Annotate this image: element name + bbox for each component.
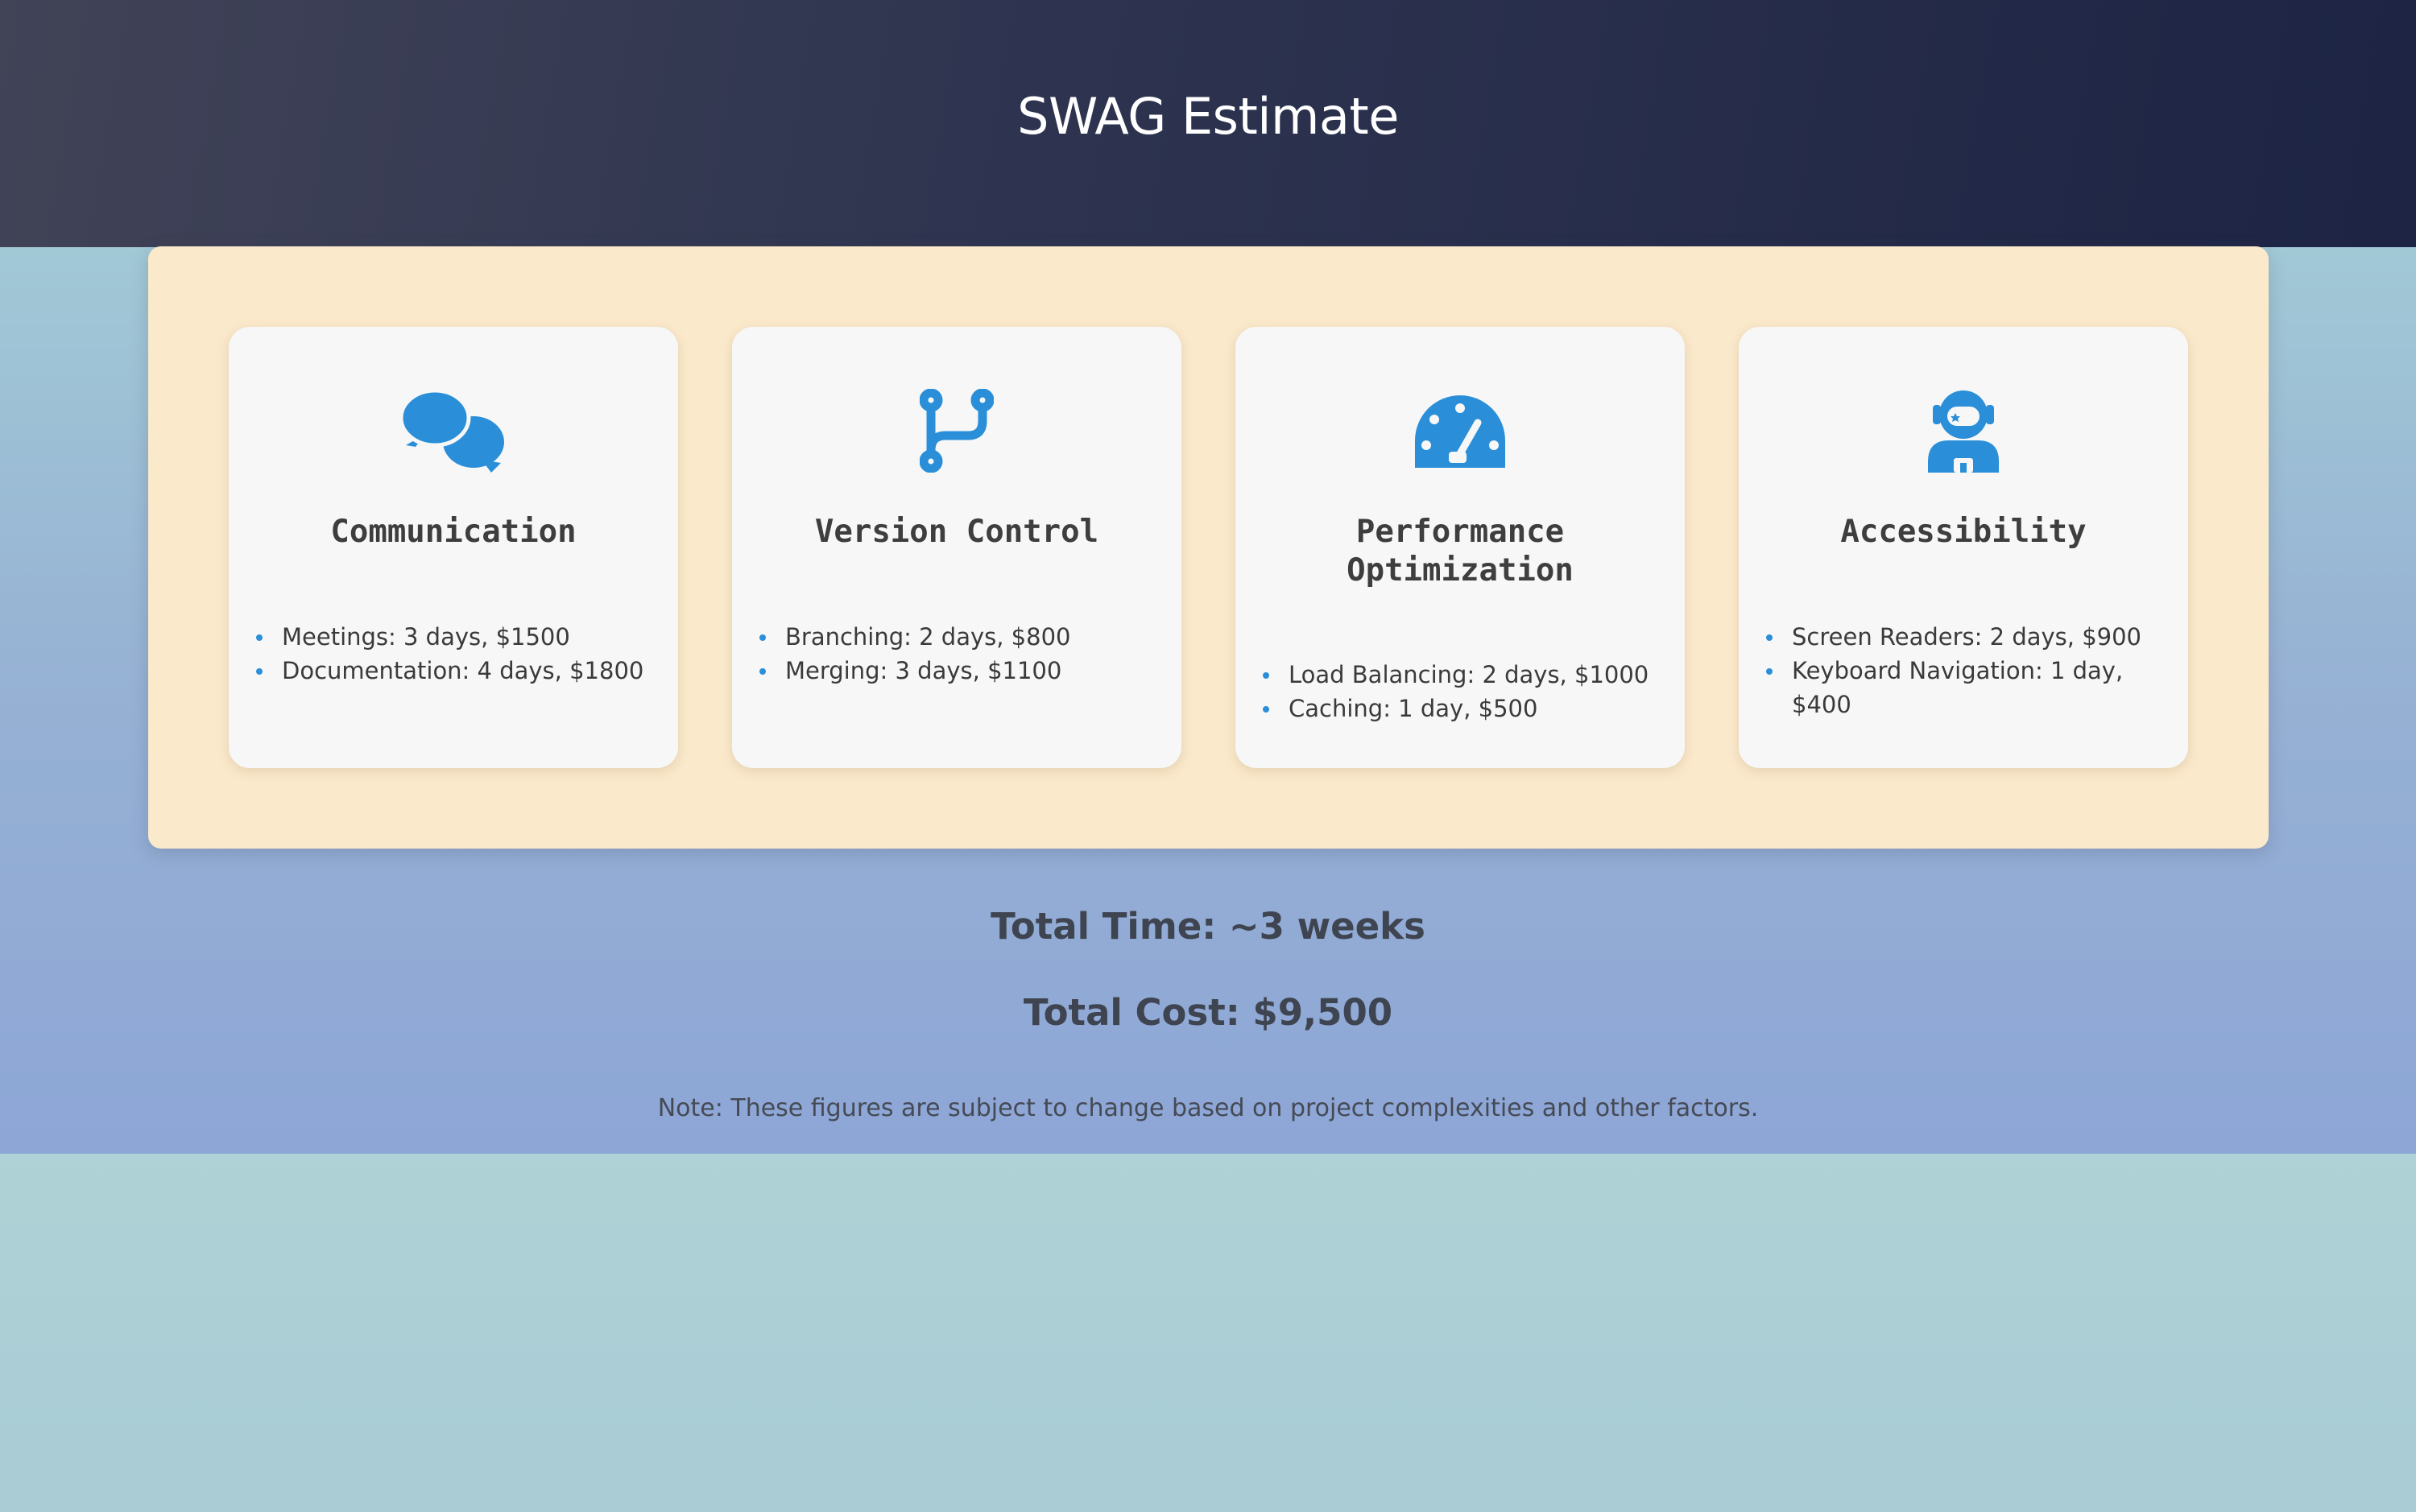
item-list: Meetings: 3 days, $1500 Documentation: 4… xyxy=(256,620,652,688)
item-list: Branching: 2 days, $800 Merging: 3 days,… xyxy=(759,620,1156,688)
list-item: Keyboard Navigation: 1 day, $400 xyxy=(1766,654,2162,721)
header: SWAG Estimate xyxy=(0,0,2416,247)
list-item: Caching: 1 day, $500 xyxy=(1263,692,1659,725)
page-background: SWAG Estimate Communication Meetings: 3 … xyxy=(0,0,2416,1154)
list-item: Screen Readers: 2 days, $900 xyxy=(1766,620,2162,654)
card-performance-optimization: Performance Optimization Load Balancing:… xyxy=(1235,327,1685,768)
card-communication: Communication Meetings: 3 days, $1500 Do… xyxy=(229,327,678,768)
user-astronaut-icon xyxy=(1739,386,2188,475)
item-list: Screen Readers: 2 days, $900 Keyboard Na… xyxy=(1766,620,2162,721)
card-title: Version Control xyxy=(814,514,1099,550)
code-branch-icon xyxy=(732,386,1181,475)
total-cost: Total Cost: $9,500 xyxy=(1023,991,1393,1034)
card-title: Performance Optimization xyxy=(1347,514,1574,589)
card-title: Communication xyxy=(330,514,577,550)
list-item: Meetings: 3 days, $1500 xyxy=(256,620,652,654)
total-time: Total Time: ~3 weeks xyxy=(991,905,1425,948)
list-item: Merging: 3 days, $1100 xyxy=(759,654,1156,688)
page-title: SWAG Estimate xyxy=(1017,87,1399,146)
chat-bubbles-icon xyxy=(229,386,678,475)
gauge-icon xyxy=(1235,386,1685,475)
disclaimer-note: Note: These figures are subject to chang… xyxy=(657,1094,1759,1122)
card-accessibility: Accessibility Screen Readers: 2 days, $9… xyxy=(1739,327,2188,768)
list-item: Branching: 2 days, $800 xyxy=(759,620,1156,654)
card-title: Accessibility xyxy=(1840,514,2087,550)
estimate-panel: Communication Meetings: 3 days, $1500 Do… xyxy=(148,246,2269,849)
card-version-control: Version Control Branching: 2 days, $800 … xyxy=(732,327,1181,768)
item-list: Load Balancing: 2 days, $1000 Caching: 1… xyxy=(1263,658,1659,725)
list-item: Load Balancing: 2 days, $1000 xyxy=(1263,658,1659,692)
list-item: Documentation: 4 days, $1800 xyxy=(256,654,652,688)
